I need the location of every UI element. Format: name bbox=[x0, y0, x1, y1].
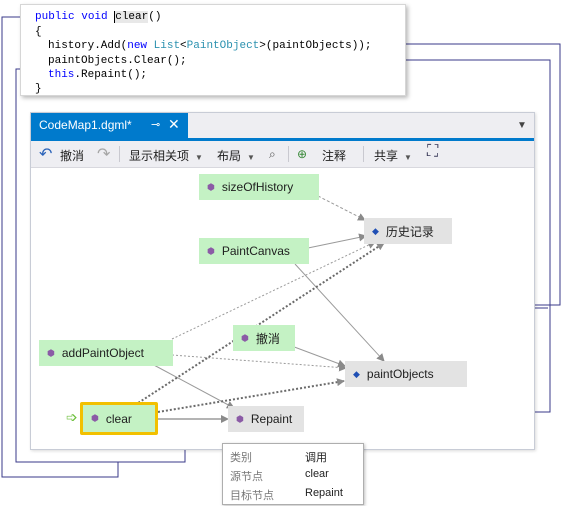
tooltip-key: 类别 bbox=[230, 452, 252, 464]
node-clear[interactable]: ⬢ clear bbox=[80, 402, 158, 435]
tooltip-value: clear bbox=[305, 468, 329, 480]
node-paint-canvas[interactable]: ⬢ PaintCanvas bbox=[199, 238, 309, 264]
node-repaint[interactable]: ⬢ Repaint bbox=[228, 406, 304, 432]
node-add-paint-object[interactable]: ⬢ addPaintObject bbox=[39, 340, 173, 366]
node-size-of-history[interactable]: ⬢ sizeOfHistory bbox=[199, 174, 319, 200]
node-label: 历史记录 bbox=[385, 224, 434, 239]
method-icon: ⬢ bbox=[91, 413, 99, 423]
tooltip-key: 源节点 bbox=[230, 471, 263, 483]
node-label: clear bbox=[105, 411, 132, 426]
node-label: Repaint bbox=[250, 412, 293, 426]
node-label: addPaintObject bbox=[61, 346, 144, 360]
node-paint-objects[interactable]: ◆ paintObjects bbox=[345, 361, 467, 387]
method-icon: ⬢ bbox=[241, 332, 249, 343]
method-icon: ⬢ bbox=[236, 413, 244, 424]
node-label: paintObjects bbox=[366, 367, 434, 381]
tooltip-key: 目标节点 bbox=[230, 490, 274, 502]
method-icon: ⬢ bbox=[207, 181, 215, 192]
arrow-right-icon: ➩ bbox=[66, 409, 78, 425]
field-icon: ◆ bbox=[353, 368, 360, 379]
node-label: PaintCanvas bbox=[221, 244, 290, 258]
node-label: 撤消 bbox=[255, 331, 280, 346]
node-undo[interactable]: ⬢ 撤消 bbox=[233, 325, 295, 351]
method-icon: ⬢ bbox=[207, 245, 215, 256]
field-icon: ◆ bbox=[372, 225, 379, 236]
tooltip-value: 调用 bbox=[305, 452, 327, 464]
edge-tooltip: 类别 调用 源节点 clear 目标节点 Repaint bbox=[222, 443, 364, 505]
tooltip-value: Repaint bbox=[305, 487, 343, 499]
node-history[interactable]: ◆ 历史记录 bbox=[364, 218, 452, 244]
node-label: sizeOfHistory bbox=[221, 180, 294, 194]
method-icon: ⬢ bbox=[47, 347, 55, 358]
